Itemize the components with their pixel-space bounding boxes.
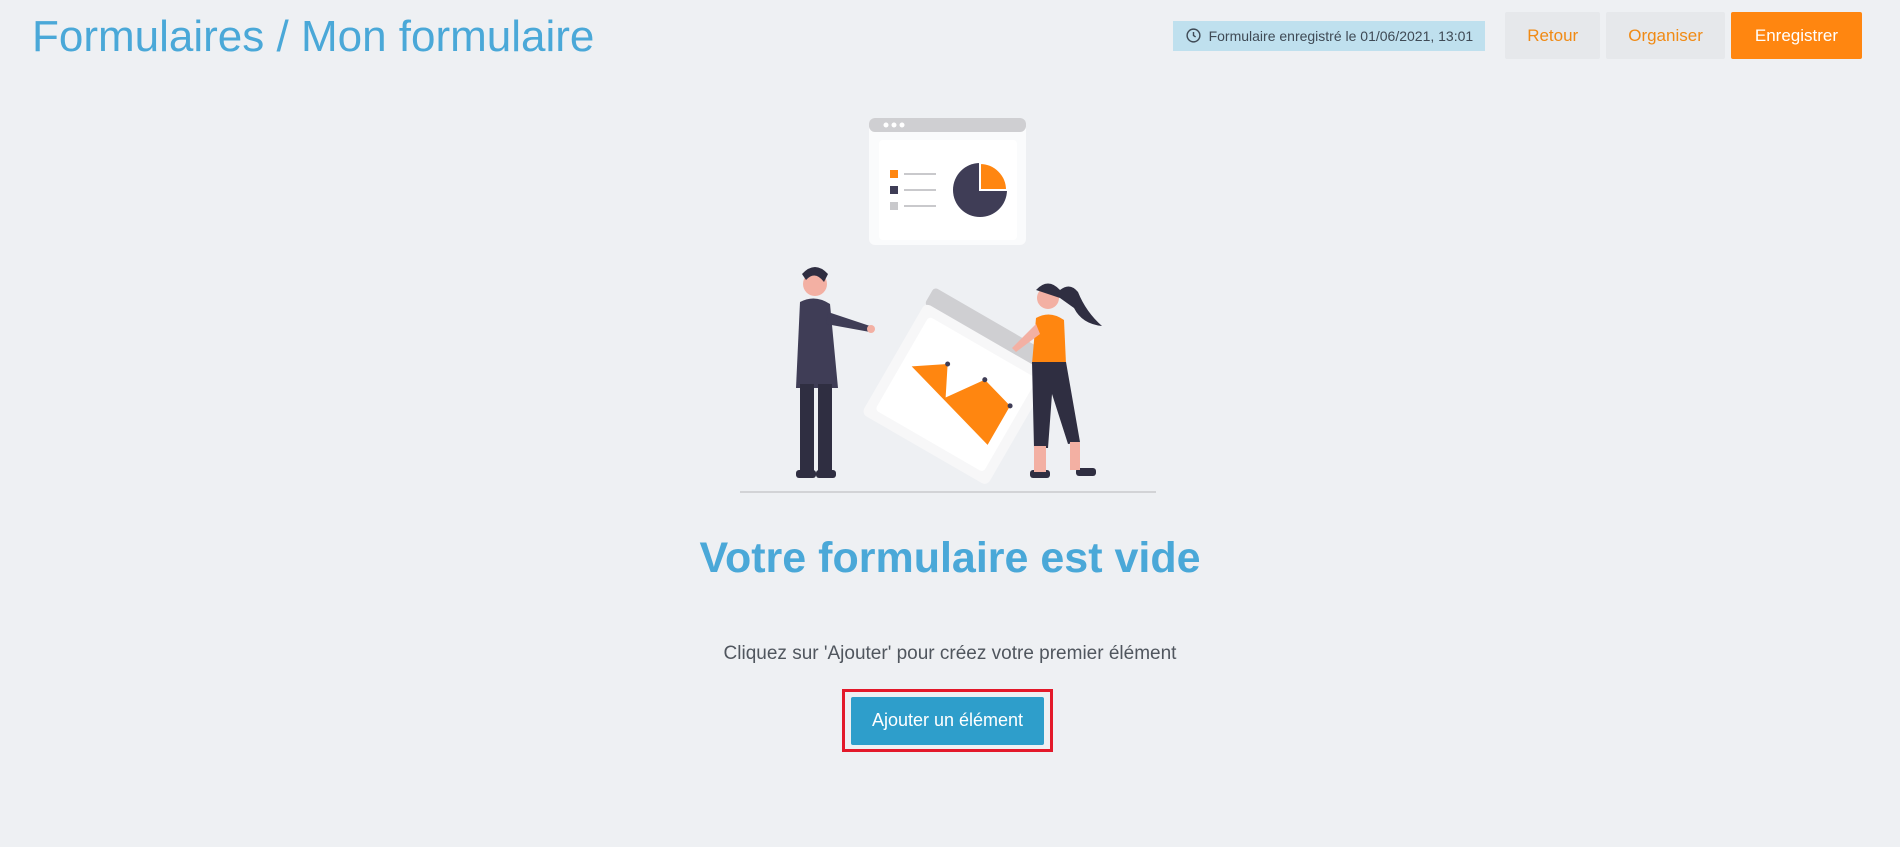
organize-button[interactable]: Organiser [1606, 12, 1725, 59]
saved-status-badge: Formulaire enregistré le 01/06/2021, 13:… [1172, 20, 1486, 51]
empty-form-illustration [740, 118, 1156, 493]
header-actions: Formulaire enregistré le 01/06/2021, 13:… [1172, 12, 1862, 59]
page-title: Formulaires / Mon formulaire [32, 12, 595, 61]
clock-icon [1185, 28, 1201, 43]
back-button[interactable]: Retour [1505, 12, 1601, 59]
chart-board-illustration [863, 288, 1059, 484]
saved-status-text: Formulaire enregistré le 01/06/2021, 13:… [1208, 27, 1474, 44]
man-figure-illustration [796, 267, 875, 478]
add-element-highlight: Ajouter un élément [842, 689, 1053, 752]
empty-state-subtitle: Cliquez sur 'Ajouter' pour créez votre p… [723, 643, 1177, 664]
add-element-button[interactable]: Ajouter un élément [851, 696, 1044, 745]
dashboard-window-illustration [869, 118, 1026, 245]
empty-state-title: Votre formulaire est vide [699, 534, 1201, 582]
save-button[interactable]: Enregistrer [1730, 12, 1862, 59]
